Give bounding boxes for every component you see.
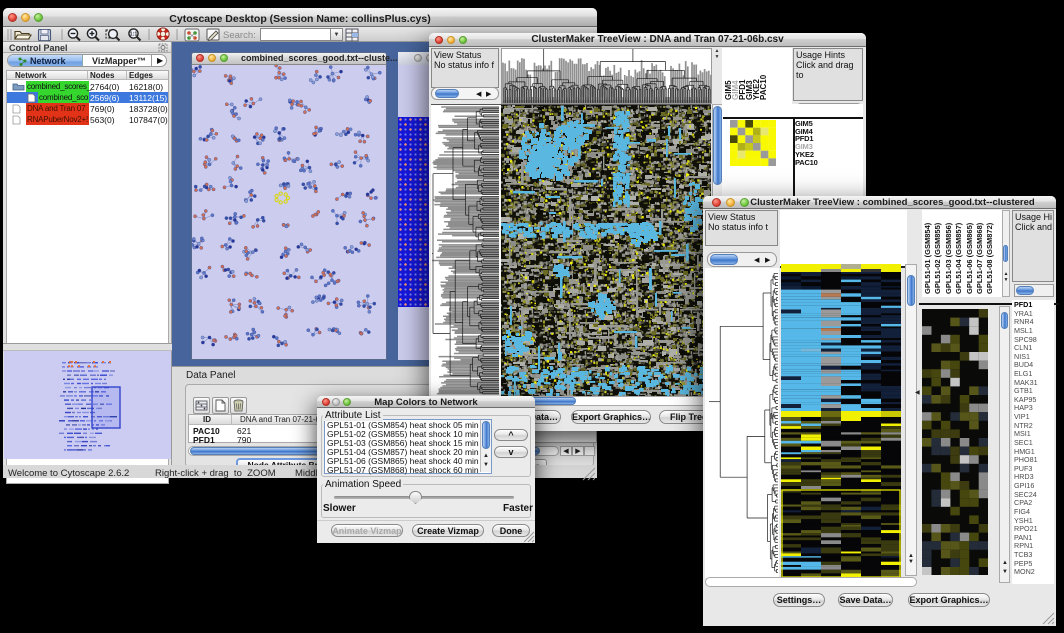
svg-text:PAC10: PAC10	[759, 74, 768, 100]
svg-text:1:1: 1:1	[130, 32, 138, 38]
